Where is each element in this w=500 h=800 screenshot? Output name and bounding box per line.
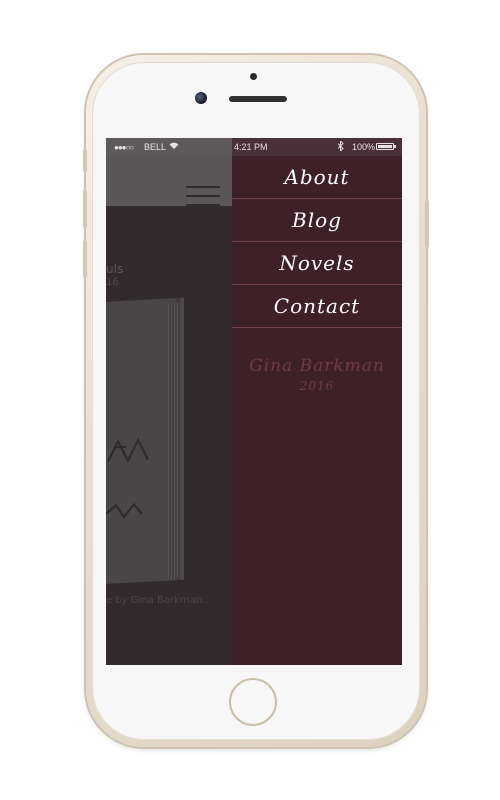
background-caption: e by Gina Barkman... bbox=[106, 595, 212, 606]
battery-percent: 100% bbox=[352, 142, 376, 152]
status-bar: ●●●○○ BELL 4:21 PM 100% bbox=[106, 138, 402, 156]
phone-screen: uls 16 e by Gina Barkman... ●●●○○ BELL 4… bbox=[106, 138, 402, 665]
wifi-icon bbox=[169, 141, 179, 153]
app-header bbox=[106, 156, 232, 206]
volume-down-button bbox=[83, 240, 87, 278]
menu-item-contact[interactable]: Contact bbox=[232, 285, 402, 328]
side-menu: About Blog Novels Contact Gina Barkman 2… bbox=[232, 156, 402, 665]
status-time: 4:21 PM bbox=[234, 142, 268, 152]
bluetooth-icon bbox=[337, 139, 344, 153]
carrier-name: BELL bbox=[144, 142, 167, 152]
signal-strength-icon: ●●●○○ bbox=[114, 143, 134, 152]
menu-item-about[interactable]: About bbox=[232, 156, 402, 199]
power-button bbox=[425, 200, 429, 248]
background-subtitle: 16 bbox=[106, 277, 119, 288]
menu-item-blog[interactable]: Blog bbox=[232, 199, 402, 242]
book-cover-art bbox=[106, 437, 149, 519]
hamburger-menu-icon[interactable] bbox=[186, 186, 222, 212]
proximity-sensor bbox=[250, 73, 257, 80]
author-year: 2016 bbox=[299, 379, 335, 393]
background-title: uls bbox=[106, 262, 124, 276]
book-cover-image bbox=[106, 298, 176, 584]
battery-icon bbox=[376, 143, 394, 150]
battery-tip bbox=[394, 145, 396, 148]
author-name: Gina Barkman bbox=[249, 356, 385, 376]
volume-up-button bbox=[83, 190, 87, 228]
dimmed-app-content[interactable]: uls 16 e by Gina Barkman... bbox=[106, 138, 232, 665]
mute-switch bbox=[83, 150, 87, 172]
earpiece-speaker bbox=[229, 96, 287, 102]
menu-item-novels[interactable]: Novels bbox=[232, 242, 402, 285]
book-pages bbox=[168, 302, 178, 579]
front-camera bbox=[195, 92, 207, 104]
home-button[interactable] bbox=[229, 678, 277, 726]
